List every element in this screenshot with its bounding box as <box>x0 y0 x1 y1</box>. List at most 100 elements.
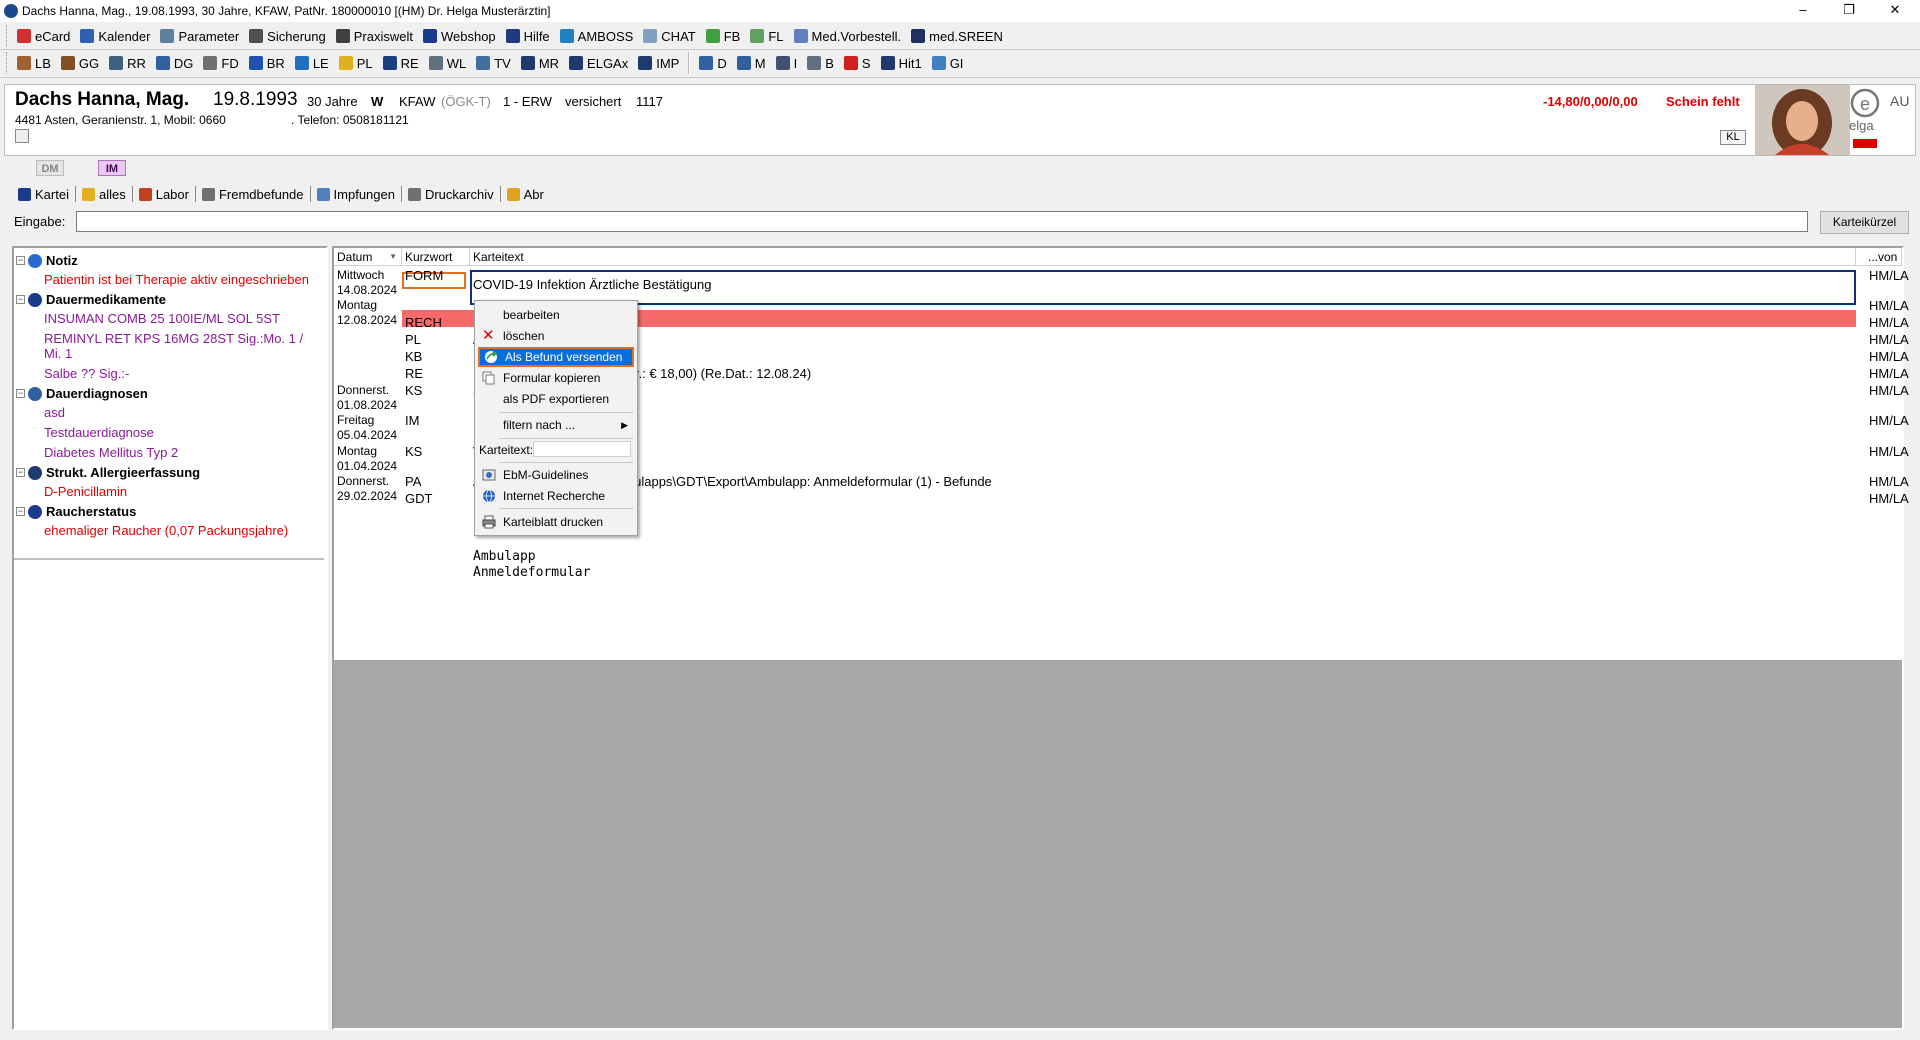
tree-item[interactable]: ehemaliger Raucher (0,07 Packungsjahre) <box>14 521 326 541</box>
toolbar-button-m[interactable]: M <box>732 52 771 74</box>
row-kurzwort[interactable]: IM <box>405 413 419 428</box>
toolbar-button-imp[interactable]: IMP <box>633 52 684 74</box>
dm-toggle[interactable]: DM <box>36 160 64 176</box>
row-kurzwort[interactable]: PL <box>405 332 421 347</box>
collapse-icon[interactable]: − <box>16 295 25 304</box>
row-kurzwort[interactable]: GDT <box>405 491 432 506</box>
tree-item[interactable]: D-Penicillamin <box>14 482 326 502</box>
tree-item[interactable]: Patientin ist bei Therapie aktiv eingesc… <box>14 270 326 290</box>
toolbar-button-sicherung[interactable]: Sicherung <box>244 25 331 47</box>
row-date[interactable]: 12.08.2024 <box>337 313 397 328</box>
toolbar-button-lb[interactable]: LB <box>12 52 56 74</box>
toolbar-button-chat[interactable]: CHAT <box>638 25 700 47</box>
row-day[interactable]: Donnerst. <box>337 383 389 398</box>
row-von[interactable]: HM/LA <box>1869 474 1909 489</box>
toolbar-button-wl[interactable]: WL <box>424 52 472 74</box>
row-kurzwort[interactable]: RECH <box>405 315 442 330</box>
tree-section-raucherstatus[interactable]: − Raucherstatus <box>14 502 326 521</box>
header-datum[interactable]: Datum ▼ <box>334 248 402 266</box>
tree-section-dauermedikamente[interactable]: − Dauermedikamente <box>14 290 326 309</box>
toolbar-button-d[interactable]: D <box>694 52 731 74</box>
row-day[interactable]: Mittwoch <box>337 268 384 283</box>
row-day[interactable]: Montag <box>337 444 377 459</box>
elga-logo[interactable]: e elga <box>1843 85 1887 155</box>
toolbar-button-med-vorbestell-[interactable]: Med.Vorbestell. <box>789 25 907 47</box>
toolbar-button-tv[interactable]: TV <box>471 52 516 74</box>
tab-labor[interactable]: Labor <box>133 184 195 204</box>
row-von[interactable]: HM/LA <box>1869 268 1909 283</box>
row-kurzwort[interactable]: KS <box>405 383 422 398</box>
row-kurzwort[interactable]: RE <box>405 366 423 381</box>
row-date[interactable]: 29.02.2024 <box>337 489 397 504</box>
toolbar-button-ecard[interactable]: eCard <box>12 25 75 47</box>
row-kurzwort[interactable]: KS <box>405 444 422 459</box>
tree-item[interactable]: Salbe ?? Sig.:- <box>14 364 326 384</box>
tab-abr[interactable]: Abr <box>501 184 550 204</box>
header-kurzwort[interactable]: Kurzwort <box>402 248 470 266</box>
menu-item-formular-kopieren[interactable]: Formular kopieren <box>478 368 634 388</box>
menu-item-loeschen[interactable]: ✕ löschen <box>478 326 634 346</box>
tree-item[interactable]: INSUMAN COMB 25 100IE/ML SOL 5ST <box>14 309 326 329</box>
toolbar-button-le[interactable]: LE <box>290 52 334 74</box>
toolbar-button-br[interactable]: BR <box>244 52 290 74</box>
au-label[interactable]: AU <box>1890 93 1909 109</box>
toolbar-button-parameter[interactable]: Parameter <box>155 25 244 47</box>
tree-section-notiz[interactable]: − Notiz <box>14 251 326 270</box>
collapse-icon[interactable]: − <box>16 507 25 516</box>
row-von[interactable]: HM/LA <box>1869 332 1909 347</box>
row-kurzwort[interactable]: KB <box>405 349 422 364</box>
row-von[interactable]: HM/LA <box>1869 444 1909 459</box>
toolbar-button-s[interactable]: S <box>839 52 876 74</box>
menu-item-filtern-nach[interactable]: filtern nach ... ▶ <box>478 415 634 435</box>
row-day[interactable]: Donnerst. <box>337 474 389 489</box>
eingabe-input[interactable] <box>76 211 1808 232</box>
tab-alles[interactable]: alles <box>76 184 132 204</box>
header-karteitext[interactable]: Karteitext <box>470 248 1856 266</box>
row-date[interactable]: 14.08.2024 <box>337 283 397 298</box>
row-von[interactable]: HM/LA <box>1869 491 1909 506</box>
minimize-button[interactable]: – <box>1780 0 1826 22</box>
tree-item[interactable]: Testdauerdiagnose <box>14 423 326 443</box>
menu-item-karteiblatt-drucken[interactable]: Karteiblatt drucken <box>478 512 634 532</box>
im-toggle[interactable]: IM <box>98 160 126 176</box>
tree-item[interactable]: asd <box>14 403 326 423</box>
tree-section-dauerdiagnosen[interactable]: − Dauerdiagnosen <box>14 384 326 403</box>
header-von[interactable]: ...von <box>1856 248 1902 266</box>
row-day[interactable]: Montag <box>337 298 377 313</box>
toolbar-button-hilfe[interactable]: Hilfe <box>501 25 555 47</box>
karteikuerzel-button[interactable]: Karteikürzel <box>1820 211 1909 234</box>
maximize-button[interactable]: ❐ <box>1826 0 1872 22</box>
tree-item[interactable]: REMINYL RET KPS 16MG 28ST Sig.:Mo. 1 / M… <box>14 329 326 364</box>
avatar[interactable] <box>1755 85 1850 155</box>
toolbar-button-webshop[interactable]: Webshop <box>418 25 501 47</box>
toolbar-button-kalender[interactable]: Kalender <box>75 25 155 47</box>
toolbar-button-i[interactable]: I <box>771 52 803 74</box>
toolbar-button-dg[interactable]: DG <box>151 52 199 74</box>
row-kurzwort[interactable]: PA <box>405 474 421 489</box>
row-date[interactable]: 01.04.2024 <box>337 459 397 474</box>
menu-item-ebm-guidelines[interactable]: EbM-Guidelines <box>478 465 634 485</box>
calendar-icon[interactable] <box>15 129 29 143</box>
row-von[interactable]: HM/LA <box>1869 366 1909 381</box>
row-von[interactable]: HM/LA <box>1869 349 1909 364</box>
toolbar-button-fd[interactable]: FD <box>198 52 243 74</box>
toolbar-button-praxiswelt[interactable]: Praxiswelt <box>331 25 418 47</box>
toolbar-button-rr[interactable]: RR <box>104 52 151 74</box>
row-von[interactable]: HM/LA <box>1869 298 1909 313</box>
toolbar-button-fb[interactable]: FB <box>701 25 746 47</box>
collapse-icon[interactable]: − <box>16 256 25 265</box>
toolbar-button-mr[interactable]: MR <box>516 52 564 74</box>
tree-section-strukt-allergieerfassung[interactable]: − Strukt. Allergieerfassung <box>14 463 326 482</box>
row-date[interactable]: 01.08.2024 <box>337 398 397 413</box>
toolbar-button-amboss[interactable]: AMBOSS <box>555 25 639 47</box>
menu-item-pdf-export[interactable]: als PDF exportieren <box>478 389 634 409</box>
tab-impfungen[interactable]: Impfungen <box>311 184 401 204</box>
menu-item-bearbeiten[interactable]: bearbeiten <box>478 305 634 325</box>
tree-item[interactable]: Diabetes Mellitus Typ 2 <box>14 443 326 463</box>
row-karteitext[interactable]: COVID-19 Infektion Ärztliche Bestätigung <box>473 277 711 292</box>
toolbar-button-re[interactable]: RE <box>378 52 424 74</box>
row-von[interactable]: HM/LA <box>1869 383 1909 398</box>
collapse-icon[interactable]: − <box>16 468 25 477</box>
menu-item-internet-recherche[interactable]: Internet Recherche <box>478 486 634 506</box>
toolbar-button-fl[interactable]: FL <box>745 25 788 47</box>
